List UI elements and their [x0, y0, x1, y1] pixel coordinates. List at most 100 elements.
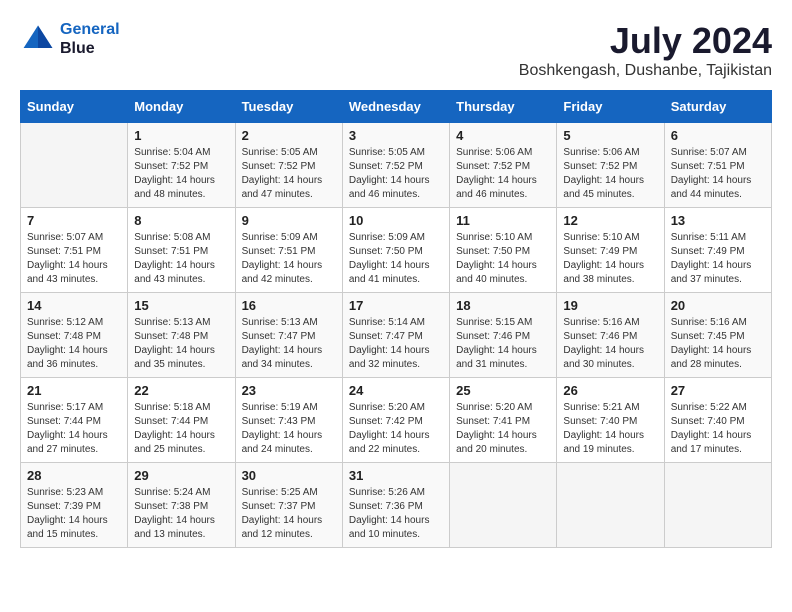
- day-info: Sunrise: 5:21 AMSunset: 7:40 PMDaylight:…: [563, 401, 657, 457]
- day-info: Sunrise: 5:20 AMSunset: 7:42 PMDaylight:…: [349, 401, 443, 457]
- logo: General Blue: [20, 20, 120, 58]
- weekday-header-monday: Monday: [128, 91, 235, 123]
- day-number: 29: [134, 468, 228, 483]
- day-number: 25: [456, 383, 550, 398]
- day-number: 24: [349, 383, 443, 398]
- calendar-week-row: 21 Sunrise: 5:17 AMSunset: 7:44 PMDayligh…: [21, 378, 772, 463]
- location-subtitle: Boshkengash, Dushanbe, Tajikistan: [519, 62, 772, 80]
- calendar-cell: 19 Sunrise: 5:16 AMSunset: 7:46 PMDayligh…: [557, 293, 664, 378]
- weekday-header-thursday: Thursday: [450, 91, 557, 123]
- day-number: 21: [27, 383, 121, 398]
- title-section: July 2024 Boshkengash, Dushanbe, Tajikis…: [519, 20, 772, 80]
- calendar-cell: 31Sunrise: 5:26 AMSunset: 7:36 PMDayligh…: [342, 463, 449, 548]
- day-info: Sunrise: 5:24 AMSunset: 7:38 PMDaylight:…: [134, 486, 228, 542]
- weekday-header-row: SundayMondayTuesdayWednesdayThursdayFrid…: [21, 91, 772, 123]
- day-info: Sunrise: 5:18 AMSunset: 7:44 PMDaylight:…: [134, 401, 228, 457]
- day-number: 22: [134, 383, 228, 398]
- day-number: 30: [242, 468, 336, 483]
- day-number: 2: [242, 128, 336, 143]
- day-info: Sunrise: 5:14 AMSunset: 7:47 PMDaylight:…: [349, 316, 443, 372]
- day-info: Sunrise: 5:22 AMSunset: 7:40 PMDaylight:…: [671, 401, 765, 457]
- day-number: 7: [27, 213, 121, 228]
- day-number: 5: [563, 128, 657, 143]
- day-info: Sunrise: 5:10 AMSunset: 7:50 PMDaylight:…: [456, 231, 550, 287]
- day-number: 19: [563, 298, 657, 313]
- calendar-table: SundayMondayTuesdayWednesdayThursdayFrid…: [20, 90, 772, 548]
- calendar-header: SundayMondayTuesdayWednesdayThursdayFrid…: [21, 91, 772, 123]
- calendar-cell: 15 Sunrise: 5:13 AMSunset: 7:48 PMDayligh…: [128, 293, 235, 378]
- calendar-cell: 9 Sunrise: 5:09 AMSunset: 7:51 PMDaylight…: [235, 208, 342, 293]
- calendar-cell: [557, 463, 664, 548]
- calendar-cell: 8Sunrise: 5:08 AMSunset: 7:51 PMDaylight…: [128, 208, 235, 293]
- day-number: 14: [27, 298, 121, 313]
- day-info: Sunrise: 5:09 AMSunset: 7:51 PMDaylight:…: [242, 231, 336, 287]
- calendar-cell: 25 Sunrise: 5:20 AMSunset: 7:41 PMDayligh…: [450, 378, 557, 463]
- day-number: 20: [671, 298, 765, 313]
- day-number: 16: [242, 298, 336, 313]
- day-info: Sunrise: 5:20 AMSunset: 7:41 PMDaylight:…: [456, 401, 550, 457]
- calendar-cell: 12Sunrise: 5:10 AMSunset: 7:49 PMDayligh…: [557, 208, 664, 293]
- calendar-cell: 30 Sunrise: 5:25 AMSunset: 7:37 PMDayligh…: [235, 463, 342, 548]
- calendar-cell: 21 Sunrise: 5:17 AMSunset: 7:44 PMDayligh…: [21, 378, 128, 463]
- weekday-header-sunday: Sunday: [21, 91, 128, 123]
- day-info: Sunrise: 5:07 AMSunset: 7:51 PMDaylight:…: [27, 231, 121, 287]
- calendar-cell: 29 Sunrise: 5:24 AMSunset: 7:38 PMDayligh…: [128, 463, 235, 548]
- day-number: 26: [563, 383, 657, 398]
- day-info: Sunrise: 5:26 AMSunset: 7:36 PMDaylight:…: [349, 486, 443, 542]
- day-info: Sunrise: 5:15 AMSunset: 7:46 PMDaylight:…: [456, 316, 550, 372]
- calendar-cell: [21, 123, 128, 208]
- day-info: Sunrise: 5:13 AMSunset: 7:47 PMDaylight:…: [242, 316, 336, 372]
- day-info: Sunrise: 5:04 AMSunset: 7:52 PMDaylight:…: [134, 146, 228, 202]
- day-info: Sunrise: 5:16 AMSunset: 7:46 PMDaylight:…: [563, 316, 657, 372]
- day-number: 18: [456, 298, 550, 313]
- calendar-cell: 20 Sunrise: 5:16 AMSunset: 7:45 PMDayligh…: [664, 293, 771, 378]
- day-number: 10: [349, 213, 443, 228]
- calendar-week-row: 1Sunrise: 5:04 AMSunset: 7:52 PMDaylight…: [21, 123, 772, 208]
- day-info: Sunrise: 5:06 AMSunset: 7:52 PMDaylight:…: [456, 146, 550, 202]
- day-number: 6: [671, 128, 765, 143]
- calendar-cell: 13Sunrise: 5:11 AMSunset: 7:49 PMDayligh…: [664, 208, 771, 293]
- day-info: Sunrise: 5:23 AMSunset: 7:39 PMDaylight:…: [27, 486, 121, 542]
- calendar-cell: 4 Sunrise: 5:06 AMSunset: 7:52 PMDaylight…: [450, 123, 557, 208]
- day-number: 13: [671, 213, 765, 228]
- calendar-cell: 14 Sunrise: 5:12 AMSunset: 7:48 PMDayligh…: [21, 293, 128, 378]
- day-number: 8: [134, 213, 228, 228]
- calendar-cell: 3Sunrise: 5:05 AMSunset: 7:52 PMDaylight…: [342, 123, 449, 208]
- calendar-cell: [664, 463, 771, 548]
- calendar-cell: 5 Sunrise: 5:06 AMSunset: 7:52 PMDaylight…: [557, 123, 664, 208]
- calendar-cell: 23Sunrise: 5:19 AMSunset: 7:43 PMDayligh…: [235, 378, 342, 463]
- logo-text: General Blue: [60, 20, 120, 58]
- day-number: 27: [671, 383, 765, 398]
- calendar-cell: 7 Sunrise: 5:07 AMSunset: 7:51 PMDaylight…: [21, 208, 128, 293]
- day-number: 23: [242, 383, 336, 398]
- calendar-cell: 2 Sunrise: 5:05 AMSunset: 7:52 PMDaylight…: [235, 123, 342, 208]
- page-header: General Blue July 2024 Boshkengash, Dush…: [20, 20, 772, 80]
- weekday-header-saturday: Saturday: [664, 91, 771, 123]
- weekday-header-wednesday: Wednesday: [342, 91, 449, 123]
- logo-icon: [20, 21, 56, 57]
- day-info: Sunrise: 5:12 AMSunset: 7:48 PMDaylight:…: [27, 316, 121, 372]
- day-number: 15: [134, 298, 228, 313]
- calendar-cell: 10Sunrise: 5:09 AMSunset: 7:50 PMDayligh…: [342, 208, 449, 293]
- month-year-title: July 2024: [519, 20, 772, 62]
- day-number: 4: [456, 128, 550, 143]
- calendar-cell: 6 Sunrise: 5:07 AMSunset: 7:51 PMDaylight…: [664, 123, 771, 208]
- calendar-cell: 18 Sunrise: 5:15 AMSunset: 7:46 PMDayligh…: [450, 293, 557, 378]
- calendar-cell: 16 Sunrise: 5:13 AMSunset: 7:47 PMDayligh…: [235, 293, 342, 378]
- day-number: 28: [27, 468, 121, 483]
- calendar-week-row: 28 Sunrise: 5:23 AMSunset: 7:39 PMDayligh…: [21, 463, 772, 548]
- day-info: Sunrise: 5:07 AMSunset: 7:51 PMDaylight:…: [671, 146, 765, 202]
- day-info: Sunrise: 5:16 AMSunset: 7:45 PMDaylight:…: [671, 316, 765, 372]
- calendar-cell: 22 Sunrise: 5:18 AMSunset: 7:44 PMDayligh…: [128, 378, 235, 463]
- day-info: Sunrise: 5:10 AMSunset: 7:49 PMDaylight:…: [563, 231, 657, 287]
- day-info: Sunrise: 5:05 AMSunset: 7:52 PMDaylight:…: [242, 146, 336, 202]
- calendar-cell: 26 Sunrise: 5:21 AMSunset: 7:40 PMDayligh…: [557, 378, 664, 463]
- day-info: Sunrise: 5:25 AMSunset: 7:37 PMDaylight:…: [242, 486, 336, 542]
- calendar-cell: [450, 463, 557, 548]
- day-info: Sunrise: 5:17 AMSunset: 7:44 PMDaylight:…: [27, 401, 121, 457]
- day-number: 9: [242, 213, 336, 228]
- calendar-cell: 27 Sunrise: 5:22 AMSunset: 7:40 PMDayligh…: [664, 378, 771, 463]
- day-info: Sunrise: 5:06 AMSunset: 7:52 PMDaylight:…: [563, 146, 657, 202]
- day-info: Sunrise: 5:13 AMSunset: 7:48 PMDaylight:…: [134, 316, 228, 372]
- weekday-header-tuesday: Tuesday: [235, 91, 342, 123]
